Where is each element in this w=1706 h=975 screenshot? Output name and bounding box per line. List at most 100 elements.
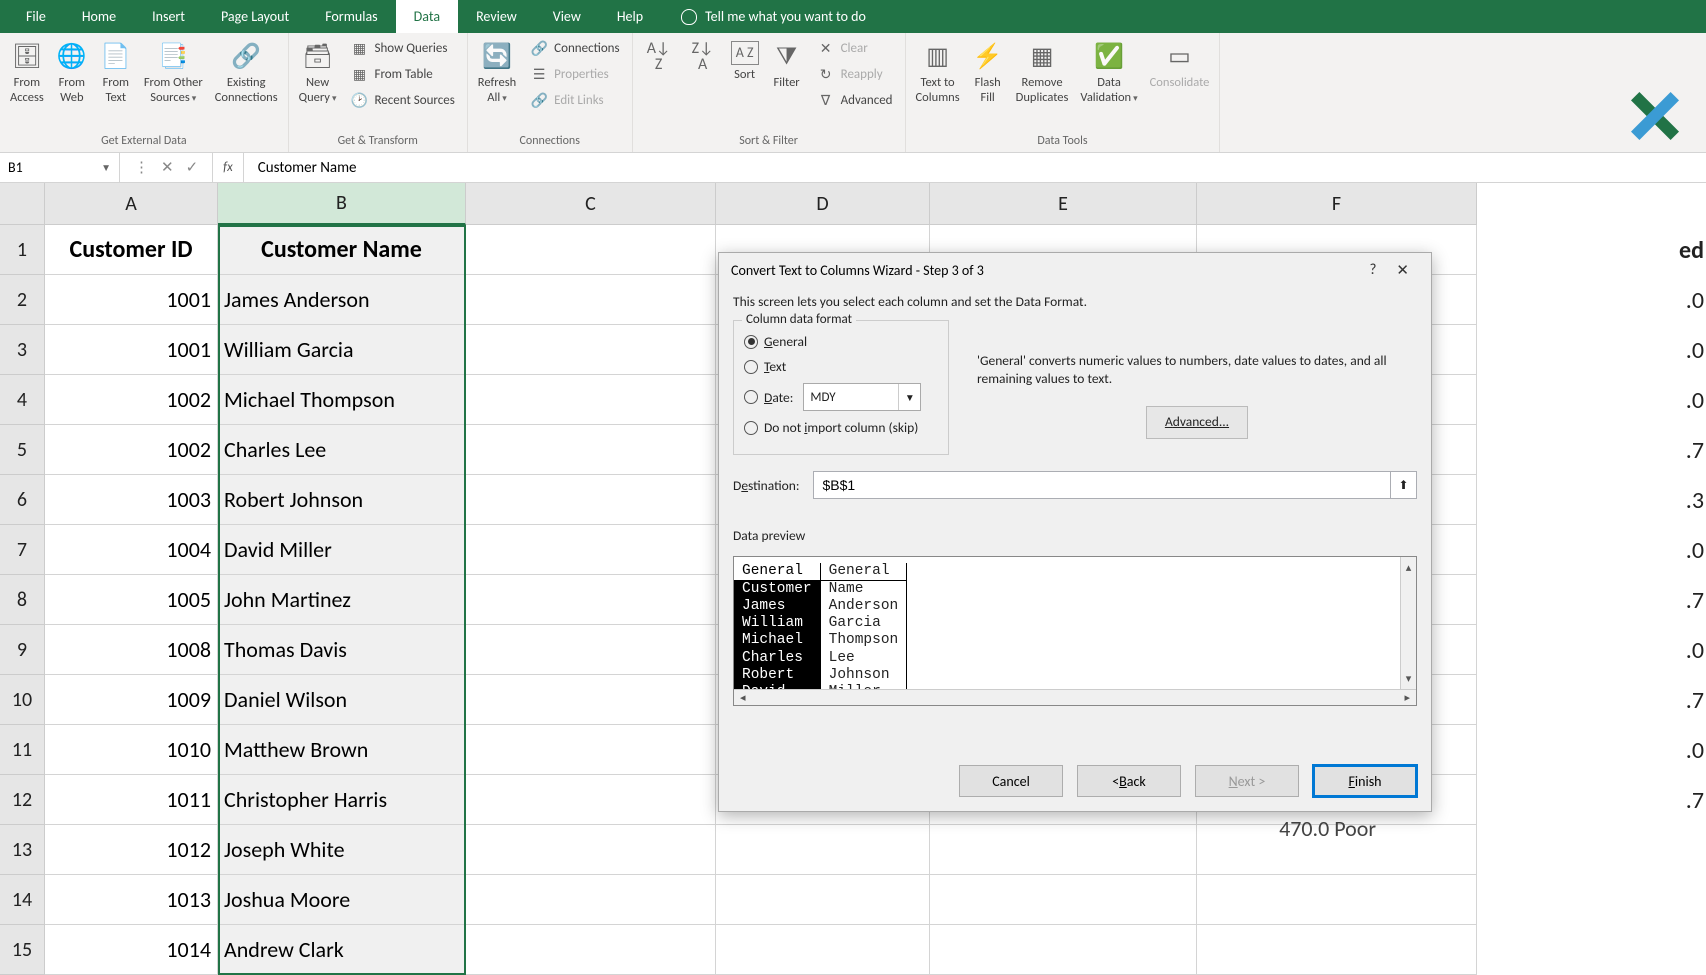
- fx-icon[interactable]: fx: [213, 153, 244, 182]
- col-header-A[interactable]: A: [45, 183, 218, 225]
- data-validation-button[interactable]: ✅Data Validation: [1078, 37, 1139, 109]
- range-picker-icon[interactable]: ⬆: [1391, 471, 1417, 499]
- tab-data[interactable]: Data: [396, 0, 458, 33]
- consolidate-button[interactable]: ▭Consolidate: [1148, 37, 1212, 94]
- cell[interactable]: 1014: [45, 925, 218, 975]
- cell[interactable]: William Garcia: [218, 325, 466, 375]
- cell[interactable]: [466, 625, 716, 675]
- tab-review[interactable]: Review: [458, 0, 535, 33]
- from-other-sources-button[interactable]: 📑From Other Sources: [142, 37, 205, 109]
- row-header[interactable]: 6: [0, 475, 45, 525]
- preview-col-header[interactable]: General: [820, 563, 907, 581]
- cell[interactable]: 1011: [45, 775, 218, 825]
- cell[interactable]: Joseph White: [218, 825, 466, 875]
- row-header[interactable]: 8: [0, 575, 45, 625]
- tab-view[interactable]: View: [535, 0, 599, 33]
- cell[interactable]: 1004: [45, 525, 218, 575]
- tab-page-layout[interactable]: Page Layout: [203, 0, 307, 33]
- formula-input[interactable]: Customer Name: [244, 153, 1706, 182]
- close-icon[interactable]: ✕: [1386, 255, 1419, 286]
- sort-za-button[interactable]: Z↓A: [685, 37, 721, 77]
- connections-button[interactable]: 🔗Connections: [526, 37, 623, 59]
- col-header-E[interactable]: E: [930, 183, 1197, 225]
- tab-formulas[interactable]: Formulas: [307, 0, 395, 33]
- cell[interactable]: Michael Thompson: [218, 375, 466, 425]
- advanced-button[interactable]: Advanced...: [1146, 406, 1248, 438]
- cell[interactable]: Robert Johnson: [218, 475, 466, 525]
- cell[interactable]: 1002: [45, 425, 218, 475]
- cell[interactable]: [466, 375, 716, 425]
- from-access-button[interactable]: 🗄From Access: [8, 37, 46, 109]
- filter-button[interactable]: ⧩Filter: [769, 37, 805, 94]
- col-header-C[interactable]: C: [466, 183, 716, 225]
- cell[interactable]: [466, 325, 716, 375]
- date-format-combo[interactable]: MDY▼: [803, 383, 921, 411]
- recent-sources-button[interactable]: 🕑Recent Sources: [346, 89, 458, 111]
- from-table-button[interactable]: ▦From Table: [346, 63, 458, 85]
- cell[interactable]: Andrew Clark: [218, 925, 466, 975]
- cancel-button[interactable]: Cancel: [959, 765, 1063, 797]
- row-header[interactable]: 15: [0, 925, 45, 975]
- cell[interactable]: Customer ID: [45, 225, 218, 275]
- cell[interactable]: 1009: [45, 675, 218, 725]
- row-header[interactable]: 10: [0, 675, 45, 725]
- radio-general[interactable]: General: [744, 333, 938, 350]
- cell[interactable]: John Martinez: [218, 575, 466, 625]
- existing-connections-button[interactable]: 🔗Existing Connections: [213, 37, 280, 109]
- select-all-triangle[interactable]: [0, 183, 45, 225]
- dialog-titlebar[interactable]: Convert Text to Columns Wizard - Step 3 …: [719, 253, 1431, 287]
- cell[interactable]: Charles Lee: [218, 425, 466, 475]
- tab-insert[interactable]: Insert: [134, 0, 203, 33]
- cell[interactable]: Matthew Brown: [218, 725, 466, 775]
- destination-input[interactable]: [813, 471, 1391, 499]
- cell[interactable]: Joshua Moore: [218, 875, 466, 925]
- from-web-button[interactable]: 🌐From Web: [54, 37, 90, 109]
- row-header[interactable]: 4: [0, 375, 45, 425]
- cell[interactable]: 1002: [45, 375, 218, 425]
- cell[interactable]: [1197, 925, 1477, 975]
- new-query-button[interactable]: 🗃New Query: [297, 37, 339, 109]
- cell[interactable]: [930, 825, 1197, 875]
- cell[interactable]: [716, 825, 930, 875]
- properties-button[interactable]: ☰Properties: [526, 63, 623, 85]
- name-box[interactable]: B1▼: [0, 153, 120, 182]
- radio-skip[interactable]: Do not import column (skip): [744, 419, 938, 436]
- row-header[interactable]: 9: [0, 625, 45, 675]
- cell[interactable]: 1013: [45, 875, 218, 925]
- cell[interactable]: Daniel Wilson: [218, 675, 466, 725]
- sort-button[interactable]: A ZSort: [729, 37, 761, 86]
- tell-me[interactable]: Tell me what you want to do: [681, 0, 866, 33]
- cell[interactable]: James Anderson: [218, 275, 466, 325]
- cell[interactable]: [466, 525, 716, 575]
- cell[interactable]: [466, 825, 716, 875]
- clear-filter-button[interactable]: ✕Clear: [813, 37, 897, 59]
- cell[interactable]: Customer Name: [218, 225, 466, 275]
- cell[interactable]: [466, 475, 716, 525]
- cell[interactable]: [466, 575, 716, 625]
- refresh-all-button[interactable]: 🔄Refresh All: [476, 37, 518, 109]
- cell[interactable]: Thomas Davis: [218, 625, 466, 675]
- cell[interactable]: [716, 925, 930, 975]
- finish-button[interactable]: Finish: [1313, 765, 1417, 797]
- row-header[interactable]: 2: [0, 275, 45, 325]
- cell[interactable]: [716, 875, 930, 925]
- preview-col-header[interactable]: General: [734, 563, 820, 581]
- row-header[interactable]: 11: [0, 725, 45, 775]
- preview-scrollbar-h[interactable]: ◂▸: [734, 689, 1416, 705]
- from-text-button[interactable]: 📄From Text: [98, 37, 134, 109]
- cell[interactable]: 1003: [45, 475, 218, 525]
- cell[interactable]: [466, 875, 716, 925]
- cell[interactable]: [930, 875, 1197, 925]
- cell[interactable]: [466, 225, 716, 275]
- row-header[interactable]: 5: [0, 425, 45, 475]
- row-header[interactable]: 14: [0, 875, 45, 925]
- cell[interactable]: 1010: [45, 725, 218, 775]
- remove-duplicates-button[interactable]: ▦Remove Duplicates: [1014, 37, 1071, 109]
- cell[interactable]: 1008: [45, 625, 218, 675]
- cell[interactable]: [1197, 875, 1477, 925]
- cell[interactable]: [466, 925, 716, 975]
- cell[interactable]: [466, 675, 716, 725]
- back-button[interactable]: < Back: [1077, 765, 1181, 797]
- reapply-button[interactable]: ↻Reapply: [813, 63, 897, 85]
- cell[interactable]: [930, 925, 1197, 975]
